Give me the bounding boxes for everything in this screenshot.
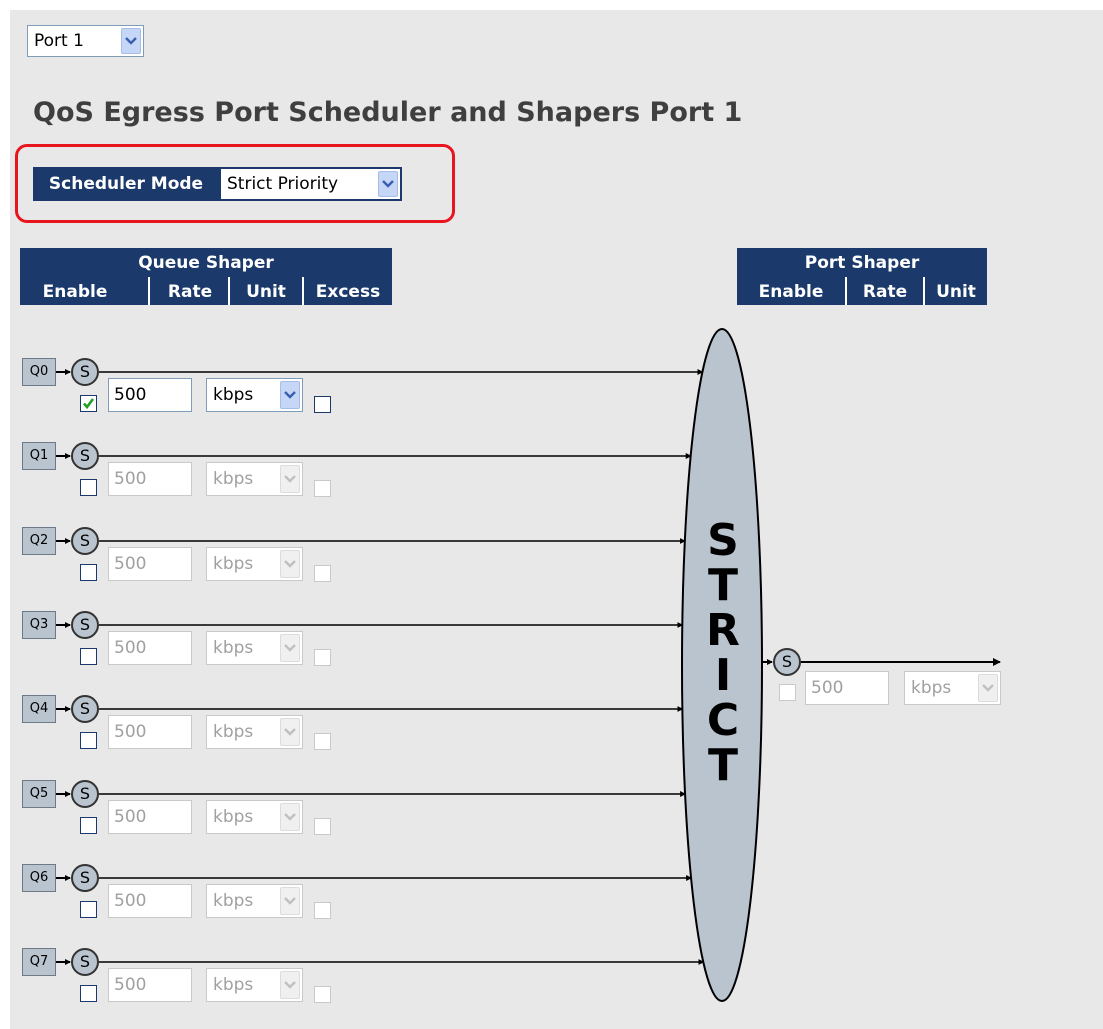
port-shaper-unit-value: kbps [911, 678, 952, 698]
queue-rate-input[interactable]: 500 [108, 968, 192, 1002]
queue-unit-value: kbps [213, 975, 254, 995]
queue-enable-checkbox[interactable] [80, 732, 97, 749]
queue-enable-checkbox[interactable] [80, 985, 97, 1002]
check-icon [83, 398, 95, 410]
queue-scheduler-icon: S [71, 527, 99, 555]
chevron-down-icon [280, 381, 300, 409]
port-scheduler-icon: S [773, 648, 801, 676]
queue-enable-checkbox[interactable] [80, 817, 97, 834]
strict-letter: C [706, 695, 740, 746]
queue-label-q3: Q3 [22, 611, 56, 639]
queue-unit-select[interactable]: kbps [206, 968, 303, 1002]
port-shaper-rate-input[interactable]: 500 [805, 671, 889, 705]
queue-unit-value: kbps [213, 469, 254, 489]
queue-excess-checkbox[interactable] [314, 986, 331, 1003]
queue-rate-input[interactable]: 500 [108, 800, 192, 834]
queue-label-q7: Q7 [22, 948, 56, 976]
strict-label: S T R I C T [704, 518, 742, 788]
strict-letter: R [706, 605, 740, 656]
strict-letter: I [714, 650, 732, 701]
queue-rate-input[interactable]: 500 [108, 547, 192, 581]
port-shaper-unit-select[interactable]: kbps [904, 671, 1001, 705]
queue-scheduler-icon: S [71, 780, 99, 808]
queue-enable-checkbox[interactable] [80, 648, 97, 665]
chevron-down-icon [280, 465, 300, 493]
queue-unit-value: kbps [213, 638, 254, 658]
queue-wires [56, 369, 773, 965]
queue-unit-select[interactable]: kbps [206, 462, 303, 496]
strict-letter: S [707, 515, 739, 566]
queue-scheduler-icon: S [71, 611, 99, 639]
queue-excess-checkbox[interactable] [314, 649, 331, 666]
queue-unit-select[interactable]: kbps [206, 547, 303, 581]
chevron-down-icon [280, 718, 300, 746]
chevron-down-icon [280, 634, 300, 662]
chevron-down-icon [280, 971, 300, 999]
queue-excess-checkbox[interactable] [314, 480, 331, 497]
queue-scheduler-icon: S [71, 695, 99, 723]
queue-scheduler-icon: S [71, 442, 99, 470]
queue-unit-select[interactable]: kbps [206, 800, 303, 834]
chevron-down-icon [280, 803, 300, 831]
queue-rate-input[interactable]: 500 [108, 715, 192, 749]
queue-excess-checkbox[interactable] [314, 396, 331, 413]
queue-enable-checkbox[interactable] [80, 901, 97, 918]
queue-unit-select[interactable]: kbps [206, 631, 303, 665]
queue-label-q2: Q2 [22, 527, 56, 555]
queue-excess-checkbox[interactable] [314, 902, 331, 919]
queue-scheduler-icon: S [71, 864, 99, 892]
queue-rate-input[interactable]: 500 [108, 631, 192, 665]
queue-rate-input[interactable]: 500 [108, 884, 192, 918]
chevron-down-icon [280, 550, 300, 578]
queue-unit-value: kbps [213, 807, 254, 827]
scheduler-diagram [56, 328, 1001, 1002]
queue-label-q1: Q1 [22, 442, 56, 470]
queue-unit-select[interactable]: kbps [206, 884, 303, 918]
port-shaper-enable-checkbox[interactable] [779, 684, 796, 701]
queue-unit-value: kbps [213, 722, 254, 742]
queue-excess-checkbox[interactable] [314, 565, 331, 582]
queue-rate-input[interactable]: 500 [108, 462, 192, 496]
queue-unit-select[interactable]: kbps [206, 715, 303, 749]
strict-letter: T [707, 560, 738, 611]
queue-enable-checkbox[interactable] [80, 395, 97, 412]
queue-scheduler-icon: S [71, 948, 99, 976]
queue-excess-checkbox[interactable] [314, 818, 331, 835]
queue-excess-checkbox[interactable] [314, 733, 331, 750]
queue-scheduler-icon: S [71, 358, 99, 386]
strict-letter: T [707, 740, 738, 791]
queue-label-q5: Q5 [22, 780, 56, 808]
queue-enable-checkbox[interactable] [80, 479, 97, 496]
queue-enable-checkbox[interactable] [80, 564, 97, 581]
chevron-down-icon [280, 887, 300, 915]
queue-unit-value: kbps [213, 891, 254, 911]
queue-label-q4: Q4 [22, 695, 56, 723]
queue-unit-value: kbps [213, 554, 254, 574]
queue-label-q6: Q6 [22, 864, 56, 892]
queue-rate-input[interactable]: 500 [108, 378, 192, 412]
queue-unit-value: kbps [213, 385, 254, 405]
queue-label-q0: Q0 [22, 358, 56, 386]
chevron-down-icon [978, 674, 998, 702]
queue-unit-select[interactable]: kbps [206, 378, 303, 412]
